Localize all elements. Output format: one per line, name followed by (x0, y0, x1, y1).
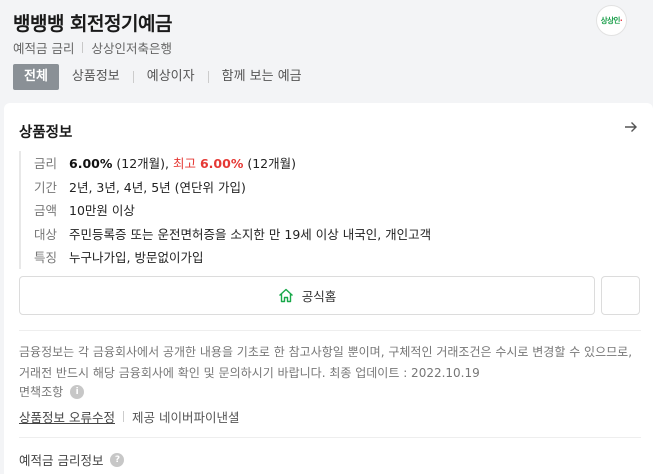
info-label: 금액 (34, 203, 58, 219)
page-title: 뱅뱅뱅 회전정기예금 (13, 13, 172, 35)
tab-all[interactable]: 전체 (13, 64, 59, 90)
footer-separator (122, 411, 124, 422)
divider (19, 330, 641, 331)
breadcrumb: 예적금 금리 상상인저축은행 (13, 38, 172, 57)
help-icon[interactable]: ? (110, 452, 125, 467)
rate-value: 6.00% (12개월), 최고 6.00% (12개월) (69, 153, 296, 172)
notice-text: 금융정보는 각 금융회사에서 공개한 내용을 기초로 한 참고사항일 뿐이며, … (19, 345, 633, 380)
info-label: 대상 (34, 226, 58, 242)
page-header: 뱅뱅뱅 회전정기예금 예적금 금리 상상인저축은행 상상인 · 전체 상품정보 예… (0, 0, 653, 100)
rate-info-title: 예적금 금리정보 (19, 453, 104, 468)
base-rate: 6.00% (69, 156, 113, 172)
product-info-list: 금리 6.00% (12개월), 최고 6.00% (12개월) 기간 2년, … (19, 151, 431, 269)
rate-info-section: 예적금 금리정보 ? (19, 450, 125, 469)
footer-links: 상품정보 오류수정 제공 네이버파이낸셜 (19, 407, 239, 426)
tab-expected-interest[interactable]: 예상이자 (134, 64, 208, 90)
info-value: 10만원 이상 (69, 203, 135, 219)
provider-label: 제공 네이버파이낸셜 (131, 410, 240, 425)
info-icon[interactable]: i (70, 384, 85, 399)
info-value: 누구나가입, 방문없이가입 (69, 250, 204, 266)
tab-product-info[interactable]: 상품정보 (59, 64, 133, 90)
logo-text: 상상인 (600, 16, 621, 25)
section-title: 상품정보 (19, 125, 73, 141)
info-label: 기간 (34, 179, 58, 195)
divider (19, 437, 641, 438)
info-label: 특징 (34, 250, 58, 266)
info-row-features: 특징 누구나가입, 방문없이가입 (34, 245, 431, 269)
breadcrumb-separator (82, 42, 84, 53)
home-button-label: 공식홈 (301, 289, 337, 304)
tab-related-deposits[interactable]: 함께 보는 예금 (209, 64, 315, 90)
base-term: (12개월), (116, 156, 169, 172)
bank-name: 상상인저축은행 (91, 41, 172, 56)
max-term: (12개월) (247, 156, 297, 172)
tab-bar: 전체 상품정보 예상이자 함께 보는 예금 (13, 64, 315, 90)
home-icon (278, 288, 294, 303)
max-rate-label: 최고 (172, 156, 196, 172)
info-row-period: 기간 2년, 3년, 4년, 5년 (연단위 가입) (34, 175, 431, 199)
disclaimer-label: 면책조항 (19, 385, 64, 399)
info-value: 2년, 3년, 4년, 5년 (연단위 가입) (69, 179, 246, 195)
category-label: 예적금 금리 (13, 41, 75, 56)
report-error-link[interactable]: 상품정보 오류수정 (19, 407, 115, 426)
info-value: 주민등록증 또는 운전면허증을 소지한 만 19세 이상 내국인, 개인고객 (69, 226, 432, 242)
bank-logo: 상상인 · (596, 5, 627, 36)
arrow-right-icon[interactable] (624, 120, 638, 138)
info-row-target: 대상 주민등록증 또는 운전면허증을 소지한 만 19세 이상 내국인, 개인고… (34, 222, 431, 246)
disclaimer: 면책조항 i (19, 383, 85, 400)
info-label: 금리 (34, 156, 58, 172)
max-rate: 6.00% (199, 156, 244, 172)
more-button[interactable] (601, 276, 640, 315)
info-row-amount: 금액 10만원 이상 (34, 198, 431, 222)
official-home-button[interactable]: 공식홈 (19, 276, 595, 315)
info-row-rate: 금리 6.00% (12개월), 최고 6.00% (12개월) (34, 151, 431, 175)
product-card: 상품정보 금리 6.00% (12개월), 최고 6.00% (12개월) 기간… (4, 103, 653, 474)
